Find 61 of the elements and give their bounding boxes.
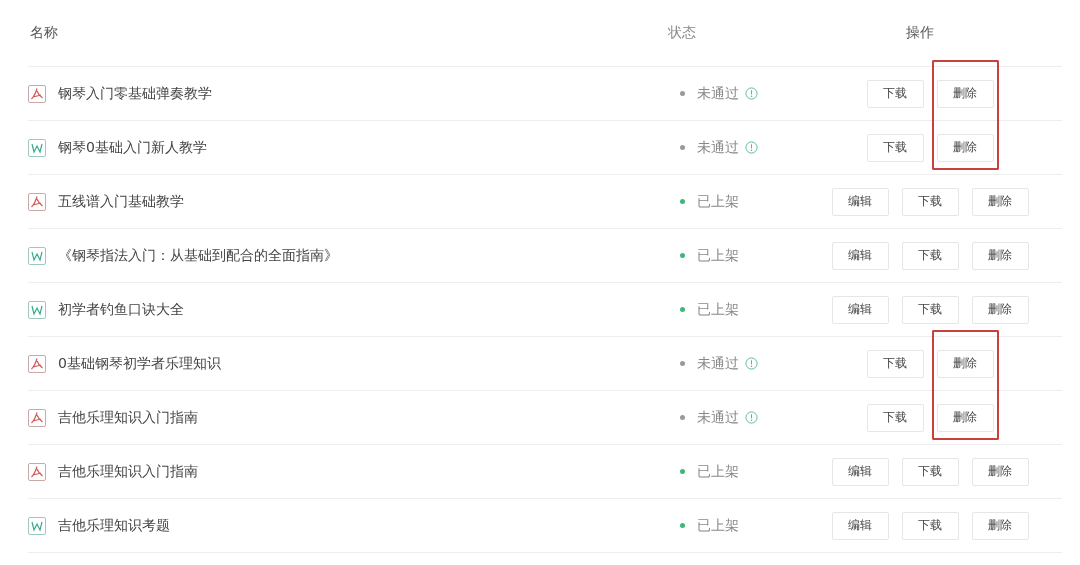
delete-button[interactable]: 删除 [936,133,994,162]
file-name: 五线谱入门基础教学 [58,192,184,211]
download-button[interactable]: 下载 [866,349,924,378]
status-text: 已上架 [697,300,739,319]
edit-button[interactable]: 编辑 [831,241,889,270]
info-icon[interactable] [745,141,758,154]
info-icon[interactable] [745,87,758,100]
delete-button[interactable]: 删除 [971,241,1029,270]
annotation-frame [931,329,999,391]
download-button[interactable]: 下载 [901,511,959,540]
delete-button[interactable]: 删除 [971,187,1029,216]
download-button[interactable]: 下载 [866,133,924,162]
info-icon[interactable] [745,411,758,424]
status-text: 已上架 [697,246,739,265]
download-button[interactable]: 下载 [901,457,959,486]
file-name: 初学者钓鱼口诀大全 [58,300,184,319]
file-name: 《钢琴指法入门：从基础到配合的全面指南》 [58,246,338,265]
file-name: 钢琴入门零基础弹奏教学 [58,84,212,103]
pdf-file-icon [28,408,46,427]
info-icon[interactable] [745,357,758,370]
status-text: 未通过 [697,138,739,157]
status-text: 未通过 [697,84,739,103]
status-text: 已上架 [697,516,739,535]
delete-button[interactable]: 删除 [936,79,994,108]
word-file-icon [28,246,46,265]
download-button[interactable]: 下载 [901,187,959,216]
edit-button[interactable]: 编辑 [831,187,889,216]
download-button[interactable]: 下载 [901,241,959,270]
pdf-file-icon [28,462,46,481]
download-button[interactable]: 下载 [901,295,959,324]
annotation-frame [931,120,999,170]
delete-button[interactable]: 删除 [936,349,994,378]
download-button[interactable]: 下载 [866,79,924,108]
download-button[interactable]: 下载 [866,403,924,432]
word-file-icon [28,300,46,319]
pdf-file-icon [28,192,46,211]
annotation-frame [931,390,999,440]
file-name: 吉他乐理知识入门指南 [58,408,198,427]
status-text: 未通过 [697,354,739,373]
edit-button[interactable]: 编辑 [831,295,889,324]
file-name: 钢琴0基础入门新人教学 [58,138,207,157]
status-text: 已上架 [697,192,739,211]
file-name: 吉他乐理知识入门指南 [58,462,198,481]
edit-button[interactable]: 编辑 [831,511,889,540]
word-file-icon [28,138,46,157]
annotation-frame [931,59,999,121]
status-text: 未通过 [697,408,739,427]
column-header: 名称 [30,24,58,42]
pdf-file-icon [28,84,46,103]
column-header: 状态 [668,24,696,42]
file-name: 吉他乐理知识考题 [58,516,170,535]
column-header: 操作 [906,24,934,42]
delete-button[interactable]: 删除 [936,403,994,432]
delete-button[interactable]: 删除 [971,457,1029,486]
word-file-icon [28,516,46,535]
edit-button[interactable]: 编辑 [831,457,889,486]
pdf-file-icon [28,354,46,373]
delete-button[interactable]: 删除 [971,295,1029,324]
delete-button[interactable]: 删除 [971,511,1029,540]
file-name: 0基础钢琴初学者乐理知识 [58,354,221,373]
status-text: 已上架 [697,462,739,481]
